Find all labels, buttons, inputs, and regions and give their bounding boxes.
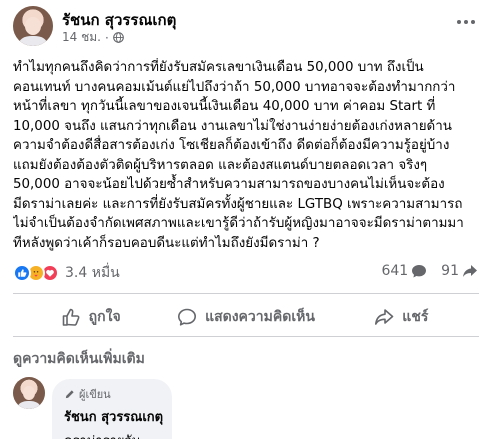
shares-stat[interactable]: 91 [441,263,478,279]
comment-button-label: แสดงความคิดเห็น [205,309,315,325]
divider [13,336,479,337]
author-avatar[interactable] [13,6,53,46]
reactions-summary[interactable]: 3.4 หมื่น [13,262,120,284]
comment-button[interactable]: แสดงความคิดเห็น [168,299,323,335]
post-line: ความจำต้องดีสื่อสารต้องเก่ง โซเชียลก็ต้อ… [13,138,450,154]
like-button-label: ถูกใจ [88,309,121,325]
post-line: แถมยังต้องต้องตัวติดผู้บริหารตลอด และต้อ… [13,157,428,173]
action-bar: ถูกใจ แสดงความคิดเห็น แชร์ [13,299,479,335]
commenter-name[interactable]: รัชนก สุวรรณเกตุ [64,406,163,427]
post-header: รัชนก สุวรรณเกตุ 14 ชม. · [0,0,492,52]
comments-stat[interactable]: 641 [381,263,427,279]
reactions-count[interactable]: 3.4 หมื่น [65,262,120,284]
commenter-avatar[interactable] [13,377,45,409]
meta-separator: · [104,30,109,45]
post-line: 10,000 จนถึง แสนกว่าทุกเดือน งานเลขาไม่ใ… [13,118,452,134]
view-more-comments-link[interactable]: ดูความคิดเห็นเพิ่มเติม [13,348,145,370]
post-line: ทีหลังพูดว่าเค้าก็รอบคอบดีนะแต่ทำไมถึงยั… [13,235,320,251]
post-line: 50,000 อาจจะน้อยไปด้วยซ้ำสำหรับความสามาร… [13,177,445,193]
post-line: คอนเทนท์ บางคนคอมเม้นต์แย่ไปถึงว่าถ้า 50… [13,79,456,95]
comment-bubble: ผู้เขียน รัชนก สุวรรณเกตุ ดราม่ารายวัน [52,379,172,439]
author-badge: ผู้เขียน [64,385,160,403]
engagement-stats: 641 91 [381,263,478,279]
like-button[interactable]: ถูกใจ [13,299,168,335]
comment-icon [412,265,427,278]
post-text: ทำไมทุกคนถึงคิดว่าการที่ยังรับสมัครเลขาเ… [13,58,485,253]
comment-text: ดราม่ารายวัน [64,430,160,439]
share-icon [375,309,394,325]
share-button-label: แชร์ [402,309,429,325]
post-line: ทำไมทุกคนถึงคิดว่าการที่ยังรับสมัครเลขาเ… [13,60,424,75]
post-line: หน้าที่เลขา ทุกวันนี้เลขาของเจนนี้เงินเด… [13,99,436,115]
post-meta: 14 ชม. · [62,28,124,47]
comments-count: 641 [381,263,409,279]
shares-count: 91 [441,263,459,279]
comment-icon [178,308,197,326]
post-time[interactable]: 14 ชม. [62,28,101,47]
more-options-icon[interactable] [454,12,478,32]
like-reaction-icon [13,264,31,282]
thumbs-up-icon [62,308,80,326]
author-badge-label: ผู้เขียน [79,388,111,401]
divider [13,293,479,294]
post-line: มีดราม่าเลยค่ะ และการที่ยังรับสมัครทั้งผ… [13,196,463,212]
post-line: ไม่จำเป็นต้องจำกัดเพศสภาพและเขารู้ดีว่าถ… [13,216,464,232]
pencil-icon [65,389,74,398]
share-icon [463,265,477,277]
share-button[interactable]: แชร์ [324,299,479,335]
globe-icon [112,32,124,43]
